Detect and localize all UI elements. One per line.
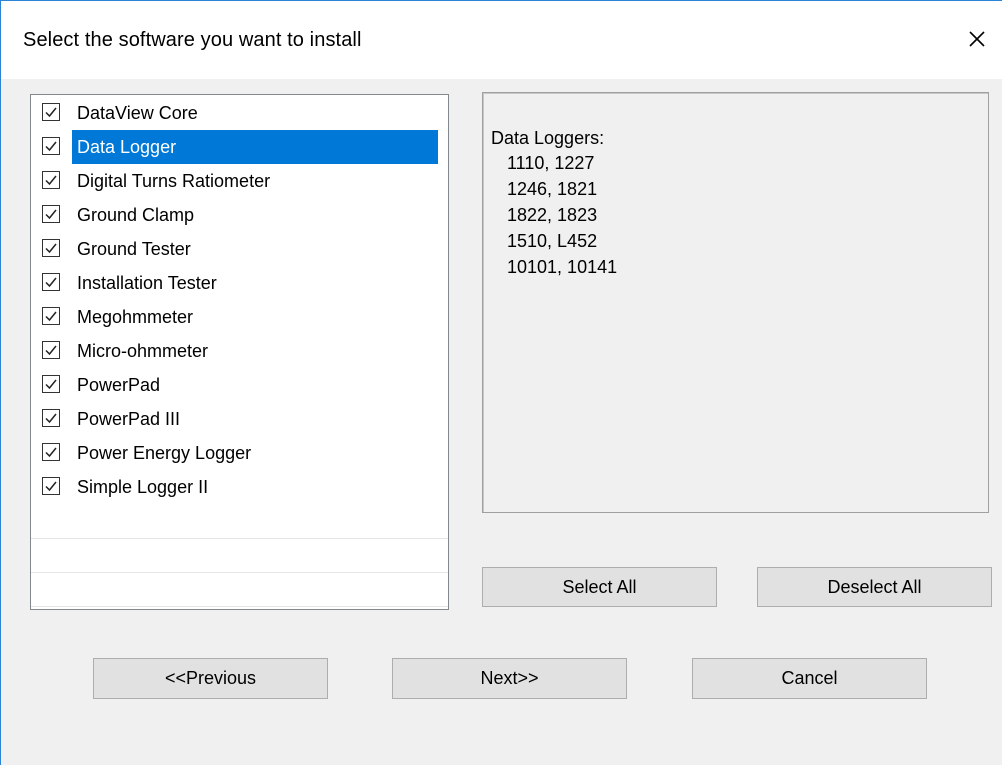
checkmark-icon (45, 141, 57, 152)
checkmark-icon (45, 277, 57, 288)
empty-list-row (31, 572, 448, 607)
item-checkbox[interactable] (42, 137, 60, 155)
checkmark-icon (45, 175, 57, 186)
item-checkbox[interactable] (42, 375, 60, 393)
list-item[interactable]: Megohmmeter (31, 300, 448, 334)
close-icon (969, 31, 985, 47)
item-label: Digital Turns Ratiometer (77, 171, 271, 191)
description-line: 1110, 1227 (507, 153, 595, 173)
item-label: PowerPad III (77, 409, 181, 429)
list-item[interactable]: Installation Tester (31, 266, 448, 300)
checkmark-icon (45, 107, 57, 118)
list-item[interactable]: Simple Logger II (31, 470, 448, 504)
item-label: Micro-ohmmeter (77, 341, 209, 361)
item-checkbox[interactable] (42, 103, 60, 121)
item-label: DataView Core (77, 103, 198, 123)
item-label: PowerPad (77, 375, 161, 395)
list-item[interactable]: Power Energy Logger (31, 436, 448, 470)
item-checkbox[interactable] (42, 239, 60, 257)
description-line: 1822, 1823 (507, 205, 598, 225)
item-checkbox[interactable] (42, 341, 60, 359)
item-checkbox[interactable] (42, 477, 60, 495)
item-checkbox[interactable] (42, 409, 60, 427)
item-checkbox[interactable] (42, 171, 60, 189)
list-item[interactable]: PowerPad III (31, 402, 448, 436)
checkmark-icon (45, 447, 57, 458)
list-item[interactable]: PowerPad (31, 368, 448, 402)
checkmark-icon (45, 481, 57, 492)
item-checkbox[interactable] (42, 307, 60, 325)
item-label: Data Logger (72, 130, 438, 164)
software-list[interactable]: DataView Core Data Logger Digital Turns Ra… (30, 94, 449, 610)
checkmark-icon (45, 243, 57, 254)
item-label: Ground Tester (77, 239, 191, 259)
item-label: Simple Logger II (77, 477, 209, 497)
title-bar: Select the software you want to install (1, 1, 1002, 79)
item-checkbox[interactable] (42, 273, 60, 291)
list-item[interactable]: Data Logger (31, 130, 448, 164)
item-checkbox[interactable] (42, 205, 60, 223)
deselect-all-button[interactable]: Deselect All (757, 567, 992, 607)
description-line: 1510, L452 (507, 231, 598, 251)
close-button[interactable] (961, 23, 993, 55)
item-label: Power Energy Logger (77, 443, 252, 463)
description-title: Data Loggers: (491, 128, 605, 148)
next-button[interactable]: Next>> (392, 658, 627, 699)
list-item[interactable]: Ground Tester (31, 232, 448, 266)
select-all-button[interactable]: Select All (482, 567, 717, 607)
description-line: 1246, 1821 (507, 179, 598, 199)
list-item[interactable]: DataView Core (31, 96, 448, 130)
checkmark-icon (45, 379, 57, 390)
description-panel: Data Loggers: 1110, 1227 1246, 1821 1822… (482, 92, 989, 513)
item-checkbox[interactable] (42, 443, 60, 461)
install-dialog: Select the software you want to install … (0, 0, 1002, 765)
list-item[interactable]: Micro-ohmmeter (31, 334, 448, 368)
item-label: Ground Clamp (77, 205, 195, 225)
empty-list-row (31, 538, 448, 573)
checkmark-icon (45, 345, 57, 356)
list-item[interactable]: Digital Turns Ratiometer (31, 164, 448, 198)
item-label: Installation Tester (77, 273, 217, 293)
checkmark-icon (45, 413, 57, 424)
checkmark-icon (45, 311, 57, 322)
empty-list-row (31, 606, 448, 609)
previous-button[interactable]: <<Previous (93, 658, 328, 699)
cancel-button[interactable]: Cancel (692, 658, 927, 699)
list-item[interactable]: Ground Clamp (31, 198, 448, 232)
dialog-title: Select the software you want to install (23, 29, 362, 51)
checkmark-icon (45, 209, 57, 220)
description-line: 10101, 10141 (507, 257, 618, 277)
empty-list-row (31, 504, 448, 539)
item-label: Megohmmeter (77, 307, 194, 327)
